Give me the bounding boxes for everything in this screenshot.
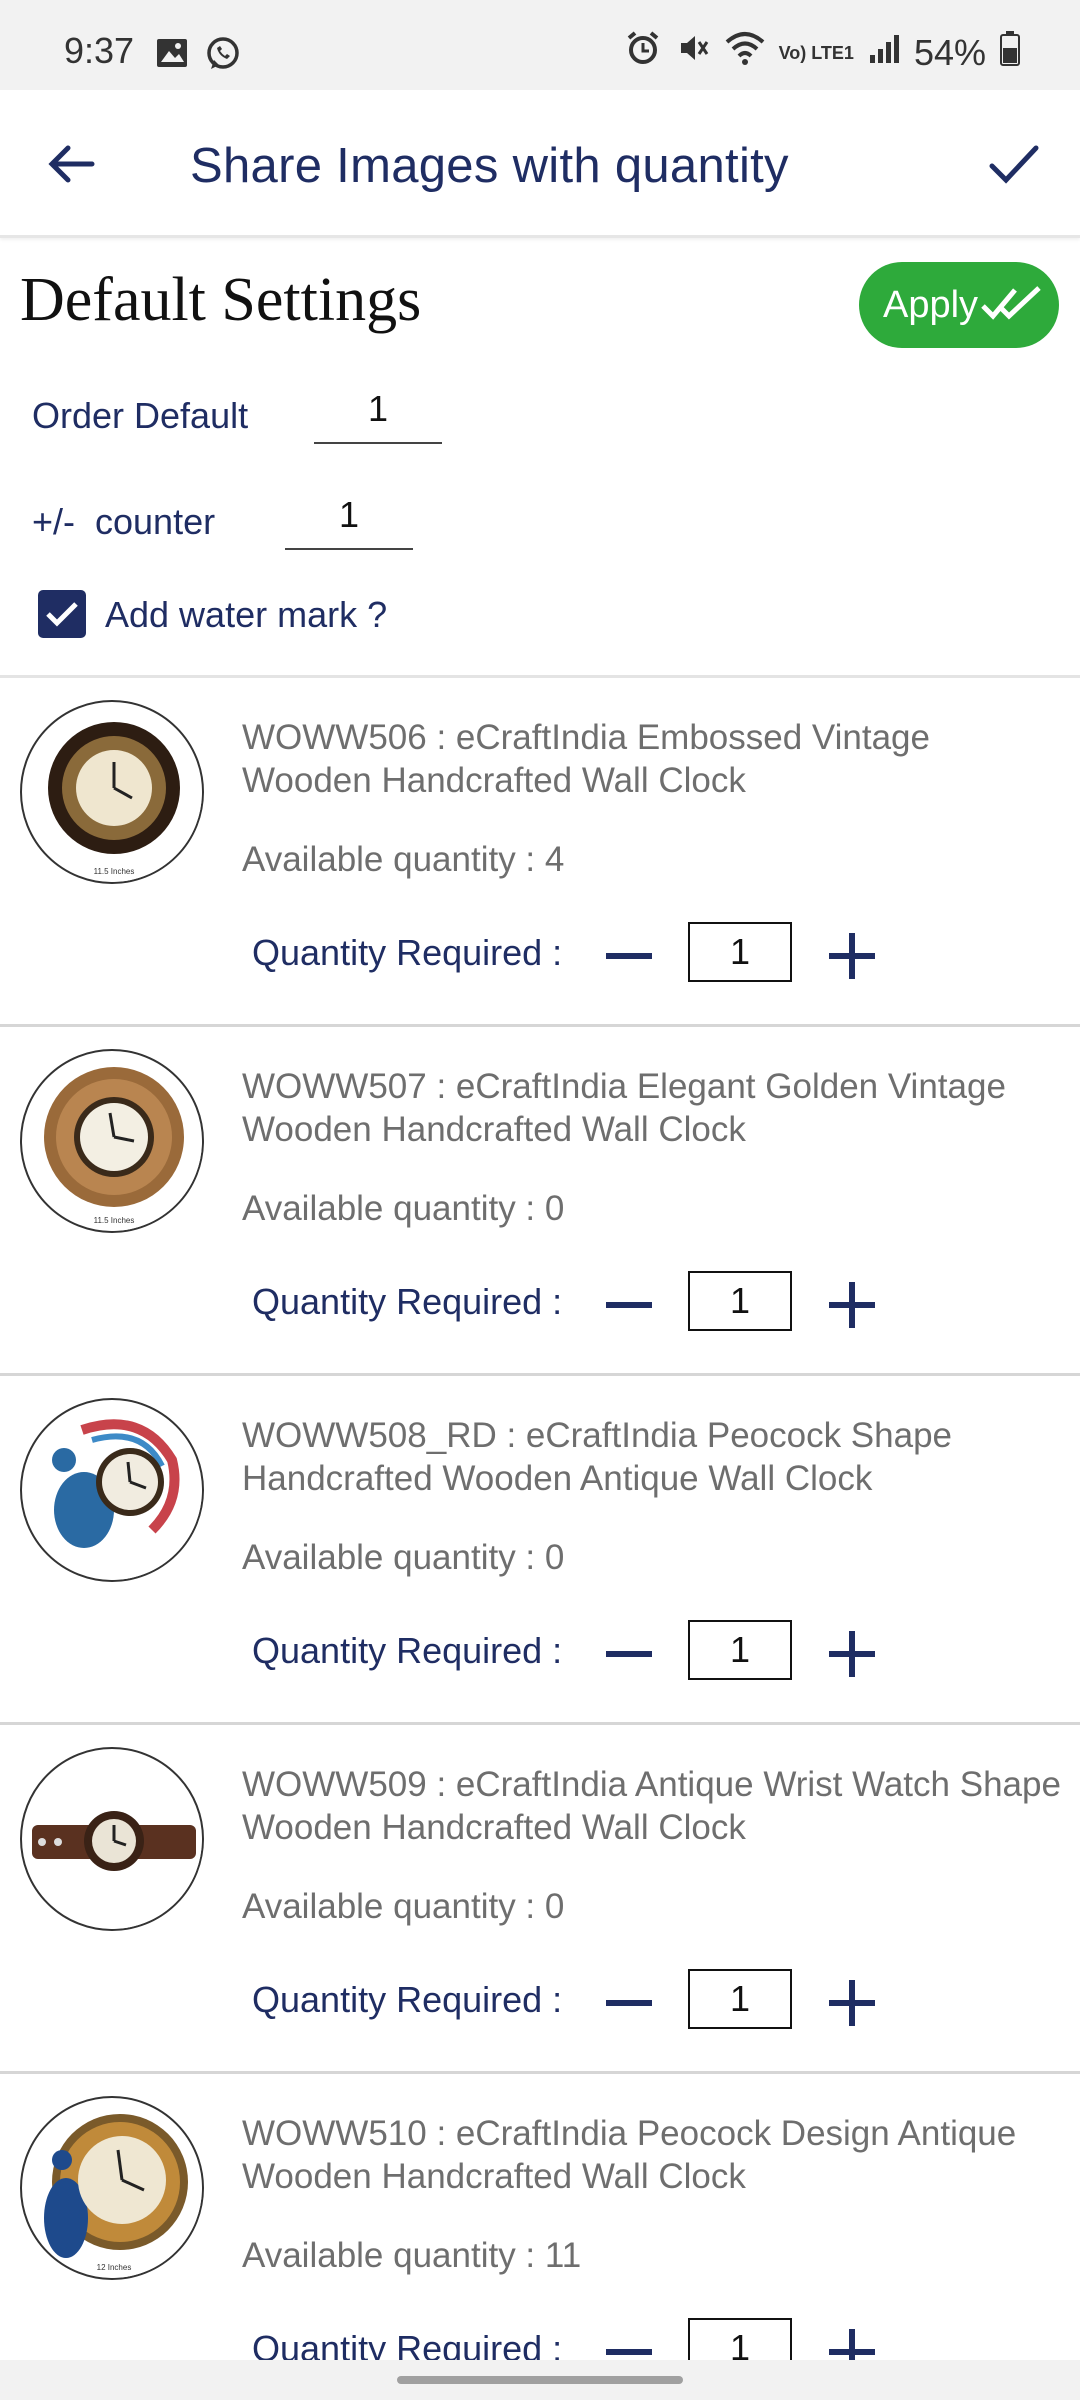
minus-icon: [606, 1651, 652, 1657]
product-name: WOWW509 : eCraftIndia Antique Wrist Watc…: [242, 1765, 1061, 1847]
product-name: WOWW510 : eCraftIndia Peocock Design Ant…: [242, 2114, 1017, 2196]
increment-button[interactable]: [822, 1275, 882, 1335]
double-check-icon: [981, 286, 1041, 320]
watermark-checkbox[interactable]: [38, 590, 86, 638]
minus-icon: [606, 2000, 652, 2006]
decrement-button[interactable]: [600, 1285, 660, 1325]
quantity-required-label: Quantity Required :: [252, 1630, 563, 1671]
quantity-input[interactable]: 1: [688, 1620, 792, 1680]
available-quantity: Available quantity : 0: [242, 1887, 565, 1926]
check-icon: [989, 145, 1039, 184]
quantity-required-label: Quantity Required :: [252, 2328, 563, 2360]
product-name: WOWW506 : eCraftIndia Embossed Vintage W…: [242, 718, 930, 800]
minus-icon: [606, 953, 652, 959]
status-time: 9:37: [64, 30, 135, 71]
product-image-clock-peacock-shape: [20, 1398, 204, 1582]
arrow-left-icon: [48, 145, 95, 183]
plus-icon: [829, 933, 875, 979]
quantity-input[interactable]: 1: [688, 922, 792, 982]
battery-percent: 54%: [913, 31, 986, 73]
quantity-input[interactable]: 1: [688, 1969, 792, 2029]
product-image-clock-embossed: 11.5 Inches: [20, 700, 204, 884]
plus-icon: [829, 1980, 875, 2026]
counter-label: +/- counter: [32, 501, 216, 542]
settings-heading: Default Settings: [20, 266, 422, 334]
gallery-notification-icon: [155, 36, 189, 77]
available-quantity: Available quantity : 0: [242, 1538, 565, 1577]
product-item: WOWW509 : eCraftIndia Antique Wrist Watc…: [0, 1725, 1080, 2074]
quantity-required-label: Quantity Required :: [252, 1281, 563, 1322]
product-name: WOWW507 : eCraftIndia Elegant Golden Vin…: [242, 1067, 1006, 1149]
screen-viewport: 9:37 Vo) LTE1 54% Share Images with quan…: [0, 0, 1080, 2360]
product-image-clock-peacock-design: 12 Inches: [20, 2096, 204, 2280]
apply-label: Apply: [883, 283, 979, 326]
product-item: 11.5 Inches WOWW506 : eCraftIndia Emboss…: [0, 678, 1080, 1027]
plus-icon: [829, 1282, 875, 1328]
app-bar: Share Images with quantity: [0, 90, 1080, 238]
available-quantity: Available quantity : 0: [242, 1189, 565, 1228]
product-image-clock-wrist-watch: [20, 1747, 204, 1931]
svg-text:11.5 Inches: 11.5 Inches: [94, 1216, 135, 1225]
page-title: Share Images with quantity: [190, 139, 789, 193]
quantity-input[interactable]: 1: [688, 1271, 792, 1331]
lte-icon: Vo) LTE1: [778, 42, 854, 63]
product-name: WOWW508_RD : eCraftIndia Peocock Shape H…: [242, 1416, 953, 1498]
counter-input[interactable]: 1: [285, 490, 413, 550]
quantity-input[interactable]: 1: [688, 2318, 792, 2360]
increment-button[interactable]: [822, 1624, 882, 1684]
order-default-label: Order Default: [32, 395, 249, 436]
increment-button[interactable]: [822, 2322, 882, 2360]
decrement-button[interactable]: [600, 1983, 660, 2023]
minus-icon: [606, 1302, 652, 1308]
increment-button[interactable]: [822, 1973, 882, 2033]
mute-icon: [675, 30, 711, 75]
available-quantity: Available quantity : 11: [242, 2236, 582, 2275]
wifi-icon: [725, 30, 765, 75]
available-quantity: Available quantity : 4: [242, 840, 565, 879]
order-default-input[interactable]: 1: [314, 384, 442, 444]
alarm-icon: [625, 30, 661, 75]
plus-icon: [829, 2329, 875, 2360]
product-image-clock-golden: 11.5 Inches: [20, 1049, 204, 1233]
watermark-label: Add water mark ?: [105, 594, 388, 635]
decrement-button[interactable]: [600, 1634, 660, 1674]
quantity-required-label: Quantity Required :: [252, 1979, 563, 2020]
decrement-button[interactable]: [600, 2332, 660, 2360]
status-bar: 9:37 Vo) LTE1 54%: [0, 0, 1080, 90]
gesture-nav-bar: [0, 2360, 1080, 2400]
done-button[interactable]: [984, 136, 1042, 194]
product-item: WOWW508_RD : eCraftIndia Peocock Shape H…: [0, 1376, 1080, 1725]
minus-icon: [606, 2349, 652, 2355]
signal-icon: [868, 32, 900, 74]
increment-button[interactable]: [822, 926, 882, 986]
quantity-required-label: Quantity Required :: [252, 932, 563, 973]
whatsapp-notification-icon: [205, 36, 241, 77]
apply-button[interactable]: Apply: [859, 262, 1059, 348]
home-gesture-handle[interactable]: [397, 2376, 683, 2384]
decrement-button[interactable]: [600, 936, 660, 976]
svg-text:12 Inches: 12 Inches: [97, 2263, 132, 2272]
checkmark-icon: [46, 602, 78, 627]
product-item: 12 Inches WOWW510 : eCraftIndia Peocock …: [0, 2074, 1080, 2360]
product-item: 11.5 Inches WOWW507 : eCraftIndia Elegan…: [0, 1027, 1080, 1376]
svg-text:11.5 Inches: 11.5 Inches: [94, 867, 135, 876]
back-button[interactable]: [44, 136, 100, 192]
battery-icon: [1000, 30, 1020, 75]
plus-icon: [829, 1631, 875, 1677]
